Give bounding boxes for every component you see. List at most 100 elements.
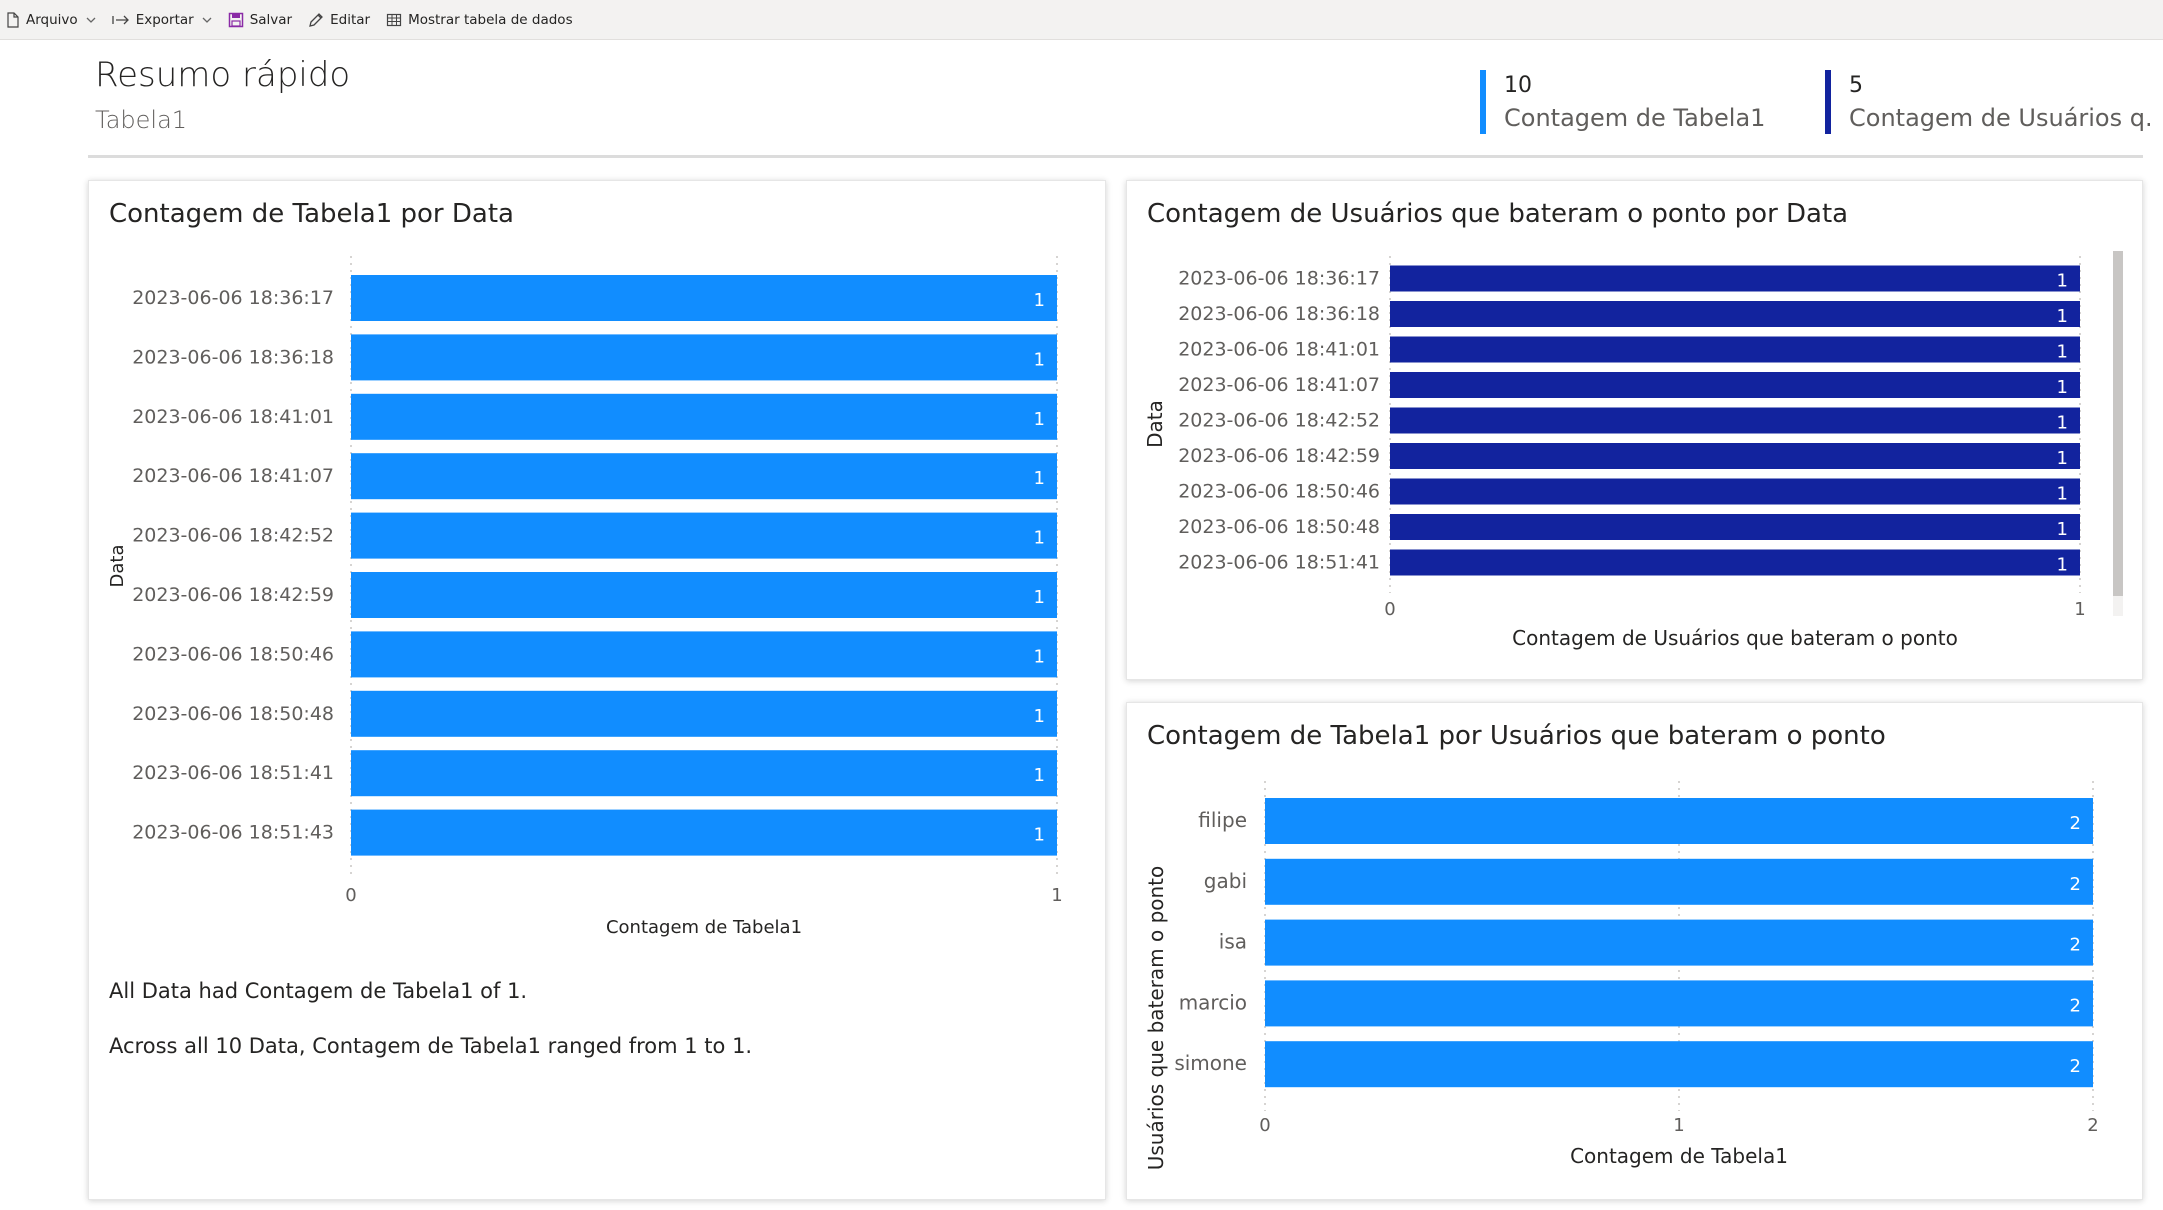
bar[interactable] [1390, 372, 2080, 398]
bar[interactable] [351, 690, 1057, 737]
data-label: 1 [1034, 468, 1045, 489]
y-category-label: 2023-06-06 18:42:52 [132, 525, 334, 547]
bar[interactable] [351, 512, 1057, 559]
pencil-icon [309, 12, 324, 27]
bar[interactable] [1390, 514, 2080, 540]
x-tick-label: 0 [1259, 1115, 1270, 1136]
data-label: 1 [2057, 342, 2068, 363]
bar[interactable] [1265, 980, 2093, 1027]
bar[interactable] [1265, 1041, 2093, 1088]
bar[interactable] [1265, 798, 2093, 844]
bar[interactable] [351, 453, 1057, 500]
data-label: 1 [2057, 484, 2068, 505]
y-category-label: 2023-06-06 18:36:18 [132, 346, 334, 368]
mostrar-tabela-button[interactable]: Mostrar tabela de dados [386, 12, 573, 28]
y-category-label: 2023-06-06 18:51:43 [132, 822, 334, 844]
kpi-label: Contagem de Tabela1 [1504, 104, 1766, 132]
kpi-value: 10 [1504, 73, 1532, 98]
x-axis-title: Contagem de Tabela1 [606, 917, 802, 938]
bar[interactable] [1390, 549, 2080, 576]
y-category-label: 2023-06-06 18:51:41 [1178, 552, 1380, 574]
data-label: 1 [1034, 646, 1045, 667]
kpi-contagem-tabela1[interactable]: 10 Contagem de Tabela1 [1480, 70, 1810, 134]
y-category-label: 2023-06-06 18:36:18 [1178, 303, 1380, 325]
y-category-label: 2023-06-06 18:41:07 [132, 465, 334, 487]
y-category-label: 2023-06-06 18:42:59 [132, 584, 334, 606]
arquivo-menu[interactable]: Arquivo [6, 12, 96, 28]
data-label: 1 [2057, 306, 2068, 327]
data-label: 2 [2070, 1056, 2081, 1077]
y-category-label: 2023-06-06 18:50:48 [1178, 516, 1380, 538]
bar[interactable] [1390, 336, 2080, 363]
data-label: 2 [2070, 935, 2081, 956]
x-tick-label: 2 [2087, 1115, 2098, 1136]
kpi-value: 5 [1849, 73, 1863, 98]
bar[interactable] [1265, 919, 2093, 966]
bar[interactable] [351, 750, 1057, 797]
y-axis-title: Usuários que bateram o ponto [1144, 866, 1168, 1171]
x-axis-title: Contagem de Usuários que bateram o ponto [1512, 626, 1958, 650]
exportar-label: Exportar [135, 11, 194, 28]
scrollbar-thumb[interactable] [2113, 251, 2123, 596]
chart-card-usuarios-por-data[interactable]: Contagem de Usuários que bateram o ponto… [1126, 180, 2143, 680]
y-category-label: filipe [1198, 808, 1247, 832]
data-label: 1 [1034, 409, 1045, 430]
data-label: 2 [2070, 813, 2081, 834]
kpi-contagem-usuarios[interactable]: 5 Contagem de Usuários q... [1825, 70, 2150, 134]
x-axis-title: Contagem de Tabela1 [1570, 1144, 1788, 1168]
y-category-label: 2023-06-06 18:42:52 [1178, 410, 1380, 432]
x-tick-label: 0 [345, 885, 356, 906]
bar[interactable] [351, 809, 1057, 856]
y-category-label: 2023-06-06 18:50:46 [132, 643, 334, 665]
y-category-label: 2023-06-06 18:42:59 [1178, 445, 1380, 467]
bar[interactable] [351, 275, 1057, 321]
data-label: 1 [2057, 413, 2068, 434]
data-label: 1 [1034, 587, 1045, 608]
data-label: 1 [1034, 290, 1045, 311]
data-label: 1 [2057, 519, 2068, 540]
data-label: 1 [2057, 555, 2068, 576]
salvar-label: Salvar [249, 11, 293, 28]
bar[interactable] [351, 572, 1057, 618]
toolbar: Arquivo Exportar Salvar Editar Mostrar t… [0, 0, 2163, 40]
bar[interactable] [351, 631, 1057, 678]
chart-card-tabela1-por-usuario[interactable]: Contagem de Tabela1 por Usuários que bat… [1126, 702, 2143, 1200]
mostrar-tabela-label: Mostrar tabela de dados [408, 11, 573, 28]
x-tick-label: 1 [1673, 1115, 1684, 1136]
bar[interactable] [1390, 301, 2080, 327]
y-category-label: 2023-06-06 18:36:17 [132, 287, 334, 309]
bar[interactable] [1265, 858, 2093, 905]
y-category-label: gabi [1204, 869, 1247, 893]
y-category-label: marcio [1179, 990, 1247, 1014]
y-category-label: 2023-06-06 18:50:46 [1178, 481, 1380, 503]
y-category-label: 2023-06-06 18:41:07 [1178, 374, 1380, 396]
bar[interactable] [1390, 407, 2080, 434]
data-label: 2 [2070, 874, 2081, 895]
exportar-menu[interactable]: Exportar [112, 12, 212, 28]
data-label: 1 [1034, 706, 1045, 727]
bar[interactable] [1390, 478, 2080, 505]
y-category-label: simone [1174, 1051, 1247, 1075]
editar-button[interactable]: Editar [308, 12, 370, 28]
chevron-down-icon [86, 17, 96, 23]
header-divider [88, 155, 2143, 158]
page-title: Resumo rápido [95, 55, 351, 95]
y-category-label: isa [1219, 930, 1247, 954]
salvar-button[interactable]: Salvar [228, 12, 292, 28]
editar-label: Editar [330, 11, 371, 28]
file-icon [7, 11, 19, 28]
table-icon [386, 13, 402, 26]
chevron-down-icon [202, 17, 212, 23]
export-icon [112, 15, 129, 24]
data-label: 1 [1034, 825, 1045, 846]
bar[interactable] [351, 393, 1057, 440]
y-category-label: 2023-06-06 18:51:41 [132, 762, 334, 784]
bar-chart: 0 1 2 filipe 2 gabi 2 isa 2 marcio 2 simone 2 Contage… [1144, 781, 2099, 1171]
y-category-label: 2023-06-06 18:50:48 [132, 703, 334, 725]
bar-chart: 0 1 2023-06-06 18:36:17 1 2023-06-06 18:36:1… [1143, 251, 2123, 650]
chart-card-tabela1-por-data[interactable]: Contagem de Tabela1 por Data All Data ha… [88, 180, 1106, 1200]
bar[interactable] [1390, 265, 2080, 292]
bar[interactable] [351, 334, 1057, 381]
bar[interactable] [1390, 443, 2080, 469]
y-category-label: 2023-06-06 18:41:01 [1178, 339, 1380, 361]
